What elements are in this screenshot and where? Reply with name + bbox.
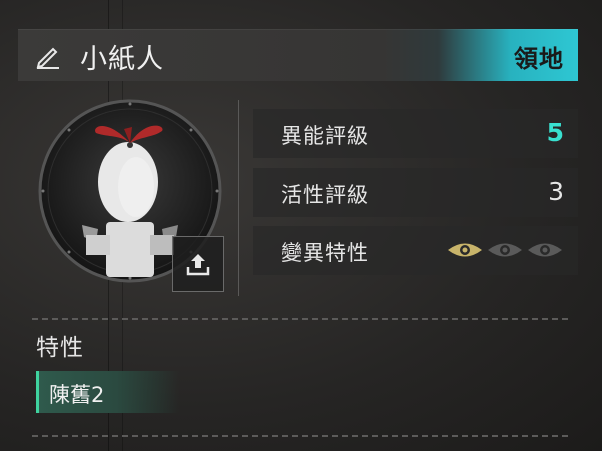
upload-icon (186, 254, 210, 276)
upload-button[interactable] (172, 236, 224, 292)
dashed-divider (32, 435, 568, 437)
eye-icon-active (448, 243, 482, 257)
stat-value: 5 (546, 118, 564, 147)
stat-value: 3 (548, 177, 564, 206)
territory-badge[interactable]: 領地 (514, 39, 564, 74)
stat-row-ability-rank: 異能評級 5 (253, 109, 578, 158)
character-header: 小紙人 領地 (18, 29, 578, 81)
stat-row-mutation-trait: 變異特性 (253, 226, 578, 275)
character-name: 小紙人 (80, 44, 164, 75)
eye-icon-inactive (488, 243, 522, 257)
dashed-divider (32, 318, 568, 320)
stat-label: 變異特性 (281, 241, 369, 265)
stat-label: 活性評級 (281, 183, 369, 207)
stat-label: 異能評級 (281, 124, 369, 148)
stat-row-activity-rank: 活性評級 3 (253, 168, 578, 217)
traits-title: 特性 (36, 335, 84, 361)
section-divider (238, 100, 239, 296)
trait-label: 陳舊2 (49, 383, 105, 407)
pencil-icon[interactable] (34, 42, 62, 70)
mutation-eyes (446, 239, 564, 261)
eye-icon-inactive (528, 243, 562, 257)
trait-tag[interactable]: 陳舊2 (36, 371, 179, 413)
